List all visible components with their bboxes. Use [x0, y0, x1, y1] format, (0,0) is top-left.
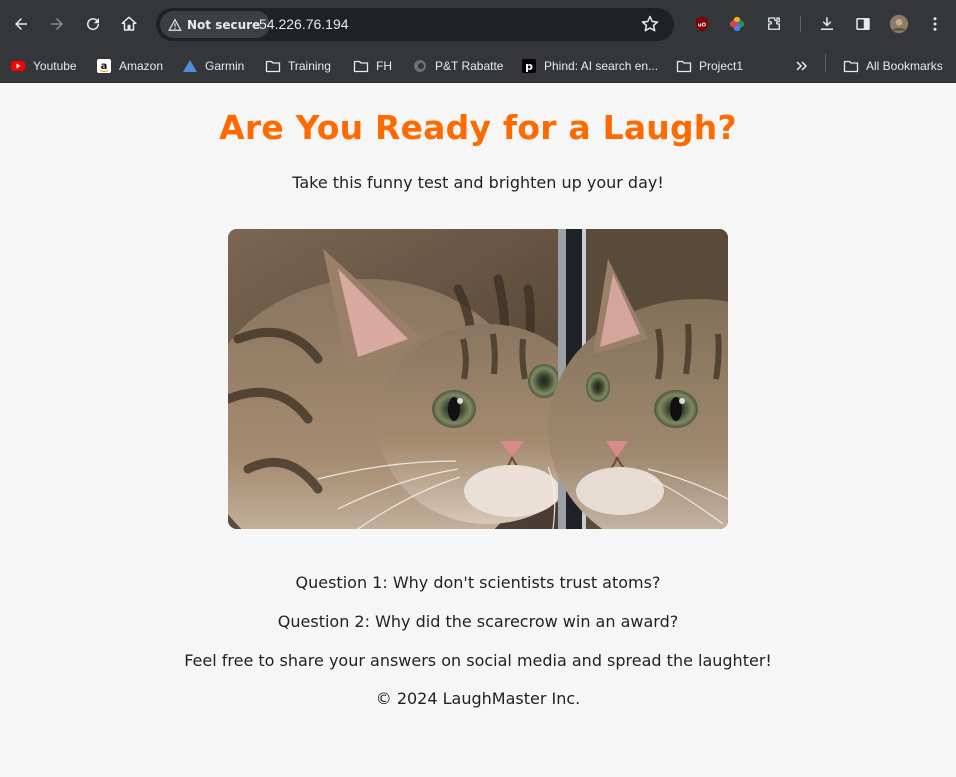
address-bar[interactable]: Not secure 54.226.76.194	[156, 8, 674, 41]
question-1: Question 1: Why don't scientists trust a…	[295, 573, 661, 592]
bookmark-folder-training[interactable]: Training	[265, 54, 331, 78]
puzzle-icon	[768, 17, 780, 30]
arrow-left-icon	[15, 18, 27, 30]
share-message: Feel free to share your answers on socia…	[184, 651, 772, 670]
home-button[interactable]	[115, 10, 143, 38]
url-text[interactable]: 54.226.76.194	[259, 16, 349, 32]
folder-icon	[265, 60, 281, 73]
security-label: Not secure	[187, 17, 261, 32]
footer-copyright: © 2024 LaughMaster Inc.	[375, 689, 581, 708]
bookmark-label: Youtube	[33, 59, 77, 73]
security-indicator[interactable]: Not secure	[160, 11, 271, 38]
browser-chrome: Not secure 54.226.76.194 uO Youtube a Am…	[0, 0, 956, 83]
bookmark-folder-project1[interactable]: Project1	[676, 54, 743, 78]
bookmark-youtube[interactable]: Youtube	[10, 54, 77, 78]
download-icon	[821, 17, 833, 30]
youtube-icon	[11, 61, 25, 71]
svg-text:p: p	[525, 60, 533, 73]
bookmarks-divider	[825, 54, 826, 72]
question-2: Question 2: Why did the scarecrow win an…	[277, 612, 679, 631]
bookmark-label: Training	[288, 59, 331, 73]
page-content: Are You Ready for a Laugh? Take this fun…	[0, 83, 956, 777]
warning-icon	[168, 18, 182, 31]
bookmark-folder-fh[interactable]: FH	[353, 54, 392, 78]
star-icon	[641, 15, 659, 32]
bookmark-star-button[interactable]	[640, 14, 662, 36]
avatar	[889, 14, 909, 34]
folder-icon	[843, 60, 859, 73]
svg-text:a: a	[101, 61, 108, 72]
page-subtitle: Take this funny test and brighten up you…	[292, 173, 664, 192]
folder-icon	[353, 60, 369, 73]
folder-icon	[676, 60, 692, 73]
forward-button[interactable]	[43, 10, 71, 38]
kitten-illustration	[228, 229, 728, 529]
ublock-icon: uO	[696, 16, 708, 32]
bookmark-label: All Bookmarks	[866, 59, 943, 73]
color-extension[interactable]	[725, 12, 749, 36]
svg-text:uO: uO	[698, 22, 707, 28]
bookmark-garmin[interactable]: Garmin	[182, 54, 244, 78]
pt-icon	[414, 60, 426, 72]
amazon-icon: a	[97, 59, 111, 73]
all-bookmarks-button[interactable]: All Bookmarks	[843, 54, 943, 78]
browser-toolbar: Not secure 54.226.76.194 uO	[0, 0, 956, 48]
bookmark-label: P&T Rabatte	[435, 59, 504, 73]
more-vert-icon	[933, 17, 937, 31]
reload-button[interactable]	[79, 10, 107, 38]
bookmark-pt-rabatte[interactable]: P&T Rabatte	[412, 54, 503, 78]
color-wheel-icon	[729, 16, 745, 32]
bookmark-label: Phind: AI search en...	[544, 59, 659, 73]
extensions-button[interactable]	[762, 12, 786, 36]
bookmark-label: Garmin	[205, 59, 245, 73]
bookmarks-bar: Youtube a Amazon Garmin Training FH P&T …	[0, 48, 956, 83]
profile-button[interactable]	[887, 12, 911, 36]
bookmark-label: FH	[376, 59, 392, 73]
toolbar-divider	[800, 16, 801, 32]
bookmark-label: Amazon	[119, 59, 164, 73]
bookmark-phind[interactable]: p Phind: AI search en...	[521, 54, 658, 78]
arrow-right-icon	[51, 18, 63, 30]
back-button[interactable]	[7, 10, 35, 38]
bookmarks-overflow-button[interactable]	[794, 54, 810, 78]
bookmark-label: Project1	[699, 59, 744, 73]
page-title: Are You Ready for a Laugh?	[219, 108, 737, 147]
downloads-button[interactable]	[815, 12, 839, 36]
chevron-double-right-icon	[796, 61, 808, 71]
reload-icon	[87, 18, 100, 31]
side-panel-button[interactable]	[851, 12, 875, 36]
menu-button[interactable]	[923, 12, 947, 36]
home-icon	[121, 16, 137, 31]
ublock-extension[interactable]: uO	[690, 12, 714, 36]
bookmark-amazon[interactable]: a Amazon	[96, 54, 163, 78]
phind-icon: p	[522, 59, 536, 73]
garmin-icon	[183, 60, 197, 72]
kitten-mirror-image	[228, 229, 728, 529]
side-panel-icon	[856, 18, 870, 30]
